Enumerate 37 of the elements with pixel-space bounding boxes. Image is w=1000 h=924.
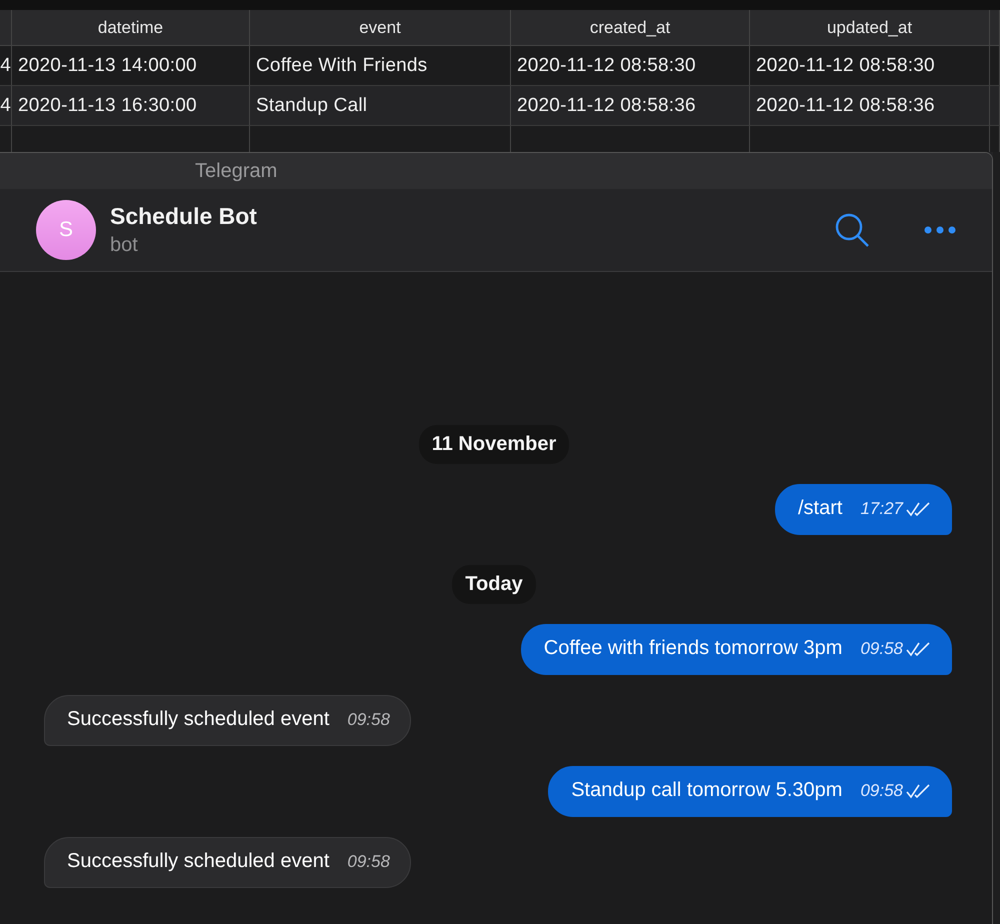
table-cell: 2020-11-12 08:58:30	[750, 46, 990, 86]
message-text: Standup call tomorrow 5.30pm	[571, 779, 842, 802]
table-cell: 2020-11-13 14:00:00	[12, 46, 250, 86]
message-time: 09:58	[860, 638, 903, 658]
column-header: updated_at	[750, 10, 990, 46]
search-icon	[834, 212, 870, 248]
message-time: 17:27	[860, 498, 903, 518]
column-header: created_at	[511, 10, 750, 46]
message-text: Successfully scheduled event	[67, 708, 330, 731]
date-separator: 11 November	[418, 425, 570, 464]
column-header	[990, 10, 1000, 46]
more-button[interactable]	[924, 226, 956, 234]
message-time: 09:58	[347, 710, 390, 730]
avatar: S	[36, 200, 96, 260]
table-cell: Coffee With Friends	[250, 46, 511, 86]
window-title: Telegram	[195, 160, 278, 182]
table-cell: 2020-11-13 16:30:00	[12, 86, 250, 126]
table-cell: 2020-11-12 08:58:36	[511, 86, 750, 126]
chat-status: bot	[110, 234, 139, 257]
column-header: datetime	[12, 10, 250, 46]
message-time: 09:58	[860, 780, 903, 800]
message-time: 09:58	[347, 852, 390, 872]
date-separator: Today	[452, 565, 536, 604]
table-cell: 2020-11-12 08:58:30	[511, 46, 750, 86]
table-cell: 2020-11-12 08:58:36	[750, 86, 990, 126]
search-button[interactable]	[834, 212, 870, 248]
message-text: Successfully scheduled event	[67, 850, 330, 873]
table-cell: 4	[0, 46, 12, 86]
table-cell: 4	[0, 86, 12, 126]
message-text: /start	[798, 497, 842, 520]
chat-name: Schedule Bot	[110, 203, 258, 230]
table-cell	[990, 46, 1000, 86]
table-cell: Standup Call	[250, 86, 511, 126]
column-header: event	[250, 10, 511, 46]
more-icon	[924, 226, 956, 234]
message-text: Coffee with friends tomorrow 3pm	[544, 637, 842, 660]
column-header	[0, 10, 12, 46]
